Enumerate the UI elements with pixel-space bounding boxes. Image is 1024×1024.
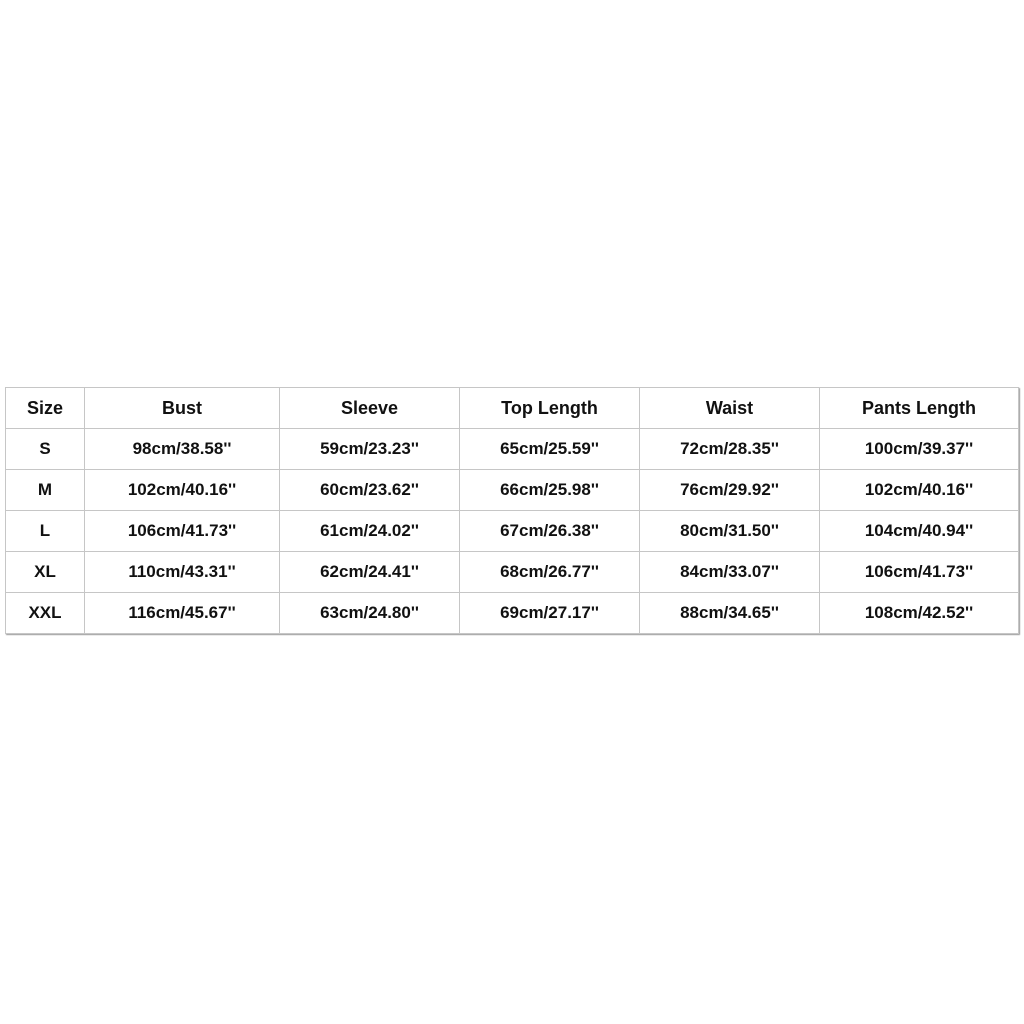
size-cell: XL bbox=[5, 551, 85, 593]
header-waist: Waist bbox=[639, 387, 820, 429]
size-cell: L bbox=[5, 510, 85, 552]
top-length-cell: 69cm/27.17'' bbox=[459, 592, 640, 634]
top-length-cell: 67cm/26.38'' bbox=[459, 510, 640, 552]
table-row: XL 110cm/43.31'' 62cm/24.41'' 68cm/26.77… bbox=[5, 551, 1019, 593]
bust-cell: 110cm/43.31'' bbox=[84, 551, 280, 593]
size-cell: M bbox=[5, 469, 85, 511]
waist-cell: 84cm/33.07'' bbox=[639, 551, 820, 593]
waist-cell: 80cm/31.50'' bbox=[639, 510, 820, 552]
pants-length-cell: 104cm/40.94'' bbox=[819, 510, 1019, 552]
top-length-cell: 65cm/25.59'' bbox=[459, 428, 640, 470]
table-row: M 102cm/40.16'' 60cm/23.62'' 66cm/25.98'… bbox=[5, 469, 1019, 511]
header-pants-length: Pants Length bbox=[819, 387, 1019, 429]
sleeve-cell: 61cm/24.02'' bbox=[279, 510, 460, 552]
header-row: Size Bust Sleeve Top Length Waist Pants … bbox=[5, 387, 1019, 429]
table-row: L 106cm/41.73'' 61cm/24.02'' 67cm/26.38'… bbox=[5, 510, 1019, 552]
sleeve-cell: 59cm/23.23'' bbox=[279, 428, 460, 470]
header-sleeve: Sleeve bbox=[279, 387, 460, 429]
top-length-cell: 68cm/26.77'' bbox=[459, 551, 640, 593]
bust-cell: 102cm/40.16'' bbox=[84, 469, 280, 511]
size-cell: XXL bbox=[5, 592, 85, 634]
table-row: S 98cm/38.58'' 59cm/23.23'' 65cm/25.59''… bbox=[5, 428, 1019, 470]
size-cell: S bbox=[5, 428, 85, 470]
top-length-cell: 66cm/25.98'' bbox=[459, 469, 640, 511]
bust-cell: 106cm/41.73'' bbox=[84, 510, 280, 552]
size-chart-container: Size Bust Sleeve Top Length Waist Pants … bbox=[5, 387, 1019, 634]
header-top-length: Top Length bbox=[459, 387, 640, 429]
bust-cell: 98cm/38.58'' bbox=[84, 428, 280, 470]
waist-cell: 88cm/34.65'' bbox=[639, 592, 820, 634]
pants-length-cell: 102cm/40.16'' bbox=[819, 469, 1019, 511]
header-size: Size bbox=[5, 387, 85, 429]
size-chart-table: Size Bust Sleeve Top Length Waist Pants … bbox=[5, 387, 1019, 634]
bust-cell: 116cm/45.67'' bbox=[84, 592, 280, 634]
sleeve-cell: 62cm/24.41'' bbox=[279, 551, 460, 593]
waist-cell: 72cm/28.35'' bbox=[639, 428, 820, 470]
header-bust: Bust bbox=[84, 387, 280, 429]
pants-length-cell: 100cm/39.37'' bbox=[819, 428, 1019, 470]
pants-length-cell: 106cm/41.73'' bbox=[819, 551, 1019, 593]
sleeve-cell: 63cm/24.80'' bbox=[279, 592, 460, 634]
waist-cell: 76cm/29.92'' bbox=[639, 469, 820, 511]
table-row: XXL 116cm/45.67'' 63cm/24.80'' 69cm/27.1… bbox=[5, 592, 1019, 634]
pants-length-cell: 108cm/42.52'' bbox=[819, 592, 1019, 634]
sleeve-cell: 60cm/23.62'' bbox=[279, 469, 460, 511]
